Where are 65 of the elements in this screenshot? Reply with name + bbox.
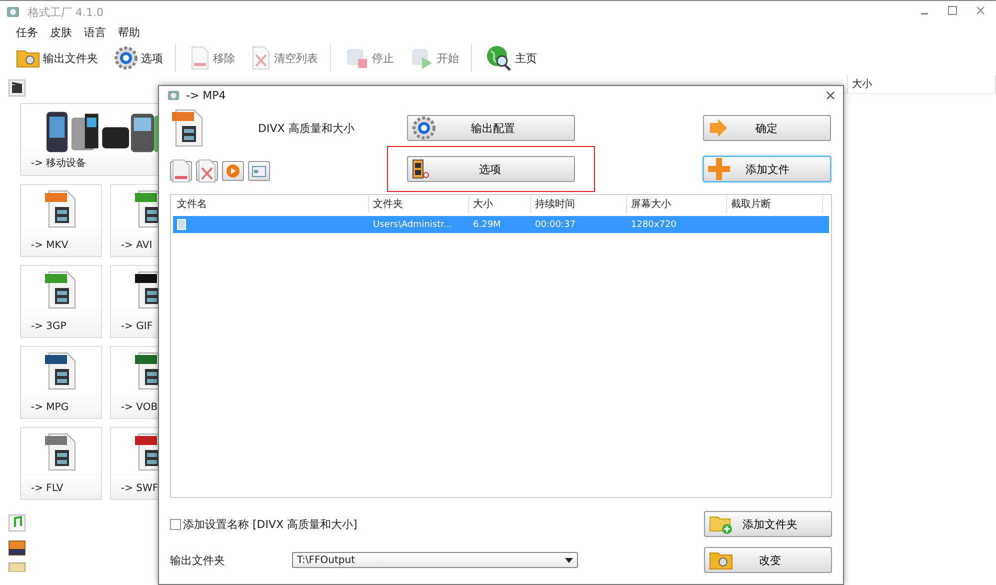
format-tile[interactable]: -> FLV [20, 427, 102, 500]
plus-icon [708, 158, 730, 180]
dialog-button[interactable]: 添加文件夹 [704, 511, 832, 537]
document-icon [8, 562, 26, 572]
format-tile[interactable]: -> MPG [20, 346, 102, 419]
column-header[interactable]: 大小 [848, 75, 996, 93]
play-button[interactable] [222, 161, 244, 181]
output-folder-label: 输出文件夹 [170, 552, 226, 568]
minimize-icon [920, 13, 928, 15]
column-header[interactable]: 文件名 [173, 196, 369, 213]
column-header[interactable]: 文件夹 [369, 196, 469, 213]
app-icon [6, 5, 20, 19]
remove-button[interactable] [170, 161, 192, 181]
video-category-icon [8, 79, 26, 97]
table-cell: Users\Administr... [373, 220, 452, 230]
dropdown-arrow-icon [565, 558, 573, 562]
play-icon [410, 46, 434, 70]
profile-name: DIVX 高质量和大小 [258, 120, 354, 136]
film-scissors-icon [412, 159, 430, 179]
name-checkbox[interactable]: 添加设置名称 [DIVX 高质量和大小] [170, 516, 704, 532]
format-tile[interactable]: -> 3GP [20, 265, 102, 338]
output-folder-select[interactable]: T:\FFOutput [292, 552, 578, 568]
image-icon [8, 538, 26, 556]
play-icon [226, 164, 240, 178]
clear-button[interactable] [196, 161, 218, 181]
document-minus-icon [190, 46, 210, 70]
table-cell: 00:00:37 [535, 220, 576, 230]
menu-item[interactable]: 语言 [84, 24, 106, 40]
document-cross-icon [251, 46, 271, 70]
column-header[interactable]: 持续时间 [531, 196, 627, 213]
toolbar-button[interactable]: 主页 [480, 44, 541, 72]
column-header[interactable]: 截取片断 [727, 196, 823, 213]
folder-icon [16, 48, 40, 68]
document-cross-icon [197, 159, 217, 183]
dialog-title: -> MP4 [186, 88, 227, 102]
gear-icon [114, 46, 138, 70]
format-tile[interactable]: -> MKV [20, 184, 102, 257]
dialog-button[interactable]: 改变 [704, 547, 832, 573]
dialog-button[interactable]: 输出配置 [407, 115, 575, 141]
table-cell: 1280x720 [631, 220, 676, 230]
arrow-icon [708, 119, 728, 137]
dialog-button[interactable]: 添加文件 [702, 156, 830, 182]
app-icon [167, 88, 180, 102]
maximize-icon [948, 6, 957, 15]
menu-item[interactable]: 任务 [16, 24, 38, 40]
folder-add-icon [709, 514, 733, 534]
window-title: 格式工厂 4.1.0 [28, 4, 104, 20]
menu-item[interactable]: 皮肤 [50, 24, 72, 40]
file-icon [177, 219, 186, 230]
document-minus-icon [171, 159, 191, 183]
close-icon [976, 6, 985, 15]
dialog-button[interactable]: 确定 [702, 115, 830, 141]
gear-icon [412, 116, 436, 140]
folder-icon [709, 550, 733, 570]
stop-icon [345, 46, 369, 70]
menu-item[interactable]: 帮助 [118, 24, 140, 40]
dialog-button[interactable]: 选项 [407, 156, 575, 182]
info-button[interactable] [248, 161, 270, 181]
globe-search-icon [486, 45, 512, 71]
table-cell: 6.29M [473, 220, 501, 230]
column-header[interactable]: 屏幕大小 [627, 196, 727, 213]
window-icon [252, 166, 266, 176]
toolbar-button[interactable]: 选项 [108, 45, 167, 71]
column-header[interactable]: 大小 [469, 196, 531, 213]
toolbar-button[interactable]: 输出文件夹 [10, 47, 102, 69]
